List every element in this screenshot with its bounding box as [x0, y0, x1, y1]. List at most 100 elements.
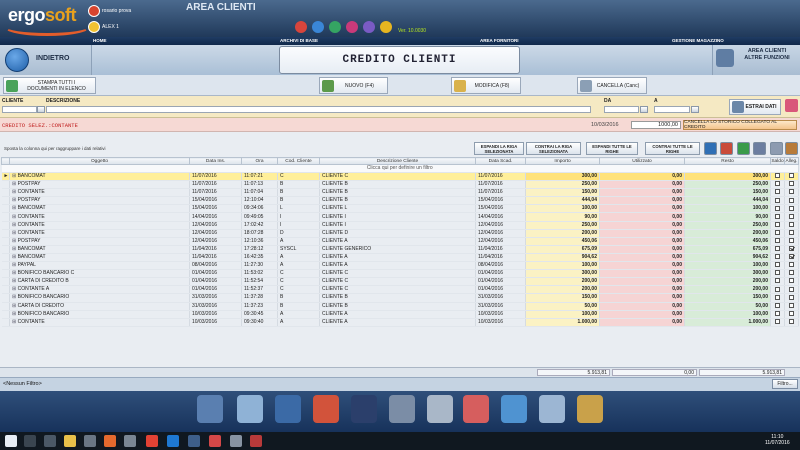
col-resto[interactable]: Resto [684, 157, 771, 165]
stampa-button[interactable]: STAMPA TUTTI I DOCUMENTI IN ELENCO [3, 77, 96, 94]
table-row[interactable]: ⊞ CONTANTE 14/04/2016 09:49:05 I CLIENTE I 14… [1, 212, 799, 222]
app2-icon[interactable] [209, 435, 221, 447]
nuovo-button[interactable]: NUOVO (F4) [319, 77, 388, 94]
calendar-clock-icon[interactable] [463, 395, 489, 423]
saldo-checkbox[interactable] [775, 318, 780, 324]
da-calendar-button[interactable] [640, 106, 648, 113]
saldo-checkbox[interactable] [775, 189, 780, 195]
info-icon[interactable] [380, 21, 392, 33]
alleg-checkbox[interactable] [789, 213, 794, 219]
windows-start-icon[interactable] [5, 435, 17, 447]
user-icon[interactable] [88, 21, 100, 33]
nav-archivi[interactable]: ARCHIVI DI BASE [280, 38, 318, 43]
binder-icon[interactable] [275, 395, 301, 423]
app-icon[interactable] [124, 435, 136, 447]
espandi-tutte-button[interactable]: ESPANDI TUTTE LE RIGHE [586, 142, 638, 155]
excel-icon[interactable] [737, 142, 750, 155]
alleg-checkbox[interactable] [789, 237, 794, 243]
alleg-checkbox[interactable] [789, 246, 794, 252]
col-ora[interactable]: Ora [241, 157, 278, 165]
tools-icon[interactable] [785, 142, 798, 155]
col-alleg[interactable]: Alleg. [784, 157, 799, 165]
a-calendar-button[interactable] [691, 106, 699, 113]
table-row[interactable]: ⊞ CONTANTE 12/04/2016 17:02:42 I CLIENTE I 12… [1, 221, 799, 230]
contrai-tutte-button[interactable]: CONTRAI TUTTE LE RIGHE [645, 142, 700, 155]
print-grid-icon[interactable] [753, 142, 766, 155]
alleg-checkbox[interactable] [789, 294, 794, 300]
saldo-checkbox[interactable] [775, 278, 780, 284]
nav-fornitori[interactable]: AREA FORNITORI [480, 38, 519, 43]
cancella-button[interactable]: CANCELLA (Canc) [577, 77, 647, 94]
saldo-checkbox[interactable] [775, 254, 780, 260]
descrizione-input[interactable] [46, 106, 591, 113]
store-icon[interactable] [84, 435, 96, 447]
alleg-checkbox[interactable] [789, 181, 794, 187]
saldo-checkbox[interactable] [775, 221, 780, 227]
contrai-riga-button[interactable]: CONTRAI LA RIGA SELEZIONATA [526, 142, 581, 155]
alleg-checkbox[interactable] [789, 278, 794, 284]
filter-hint-row[interactable]: Clicca qui per definire un filtro [1, 164, 799, 173]
alleg-checkbox[interactable] [789, 205, 794, 211]
ergosoft-task-icon[interactable] [188, 435, 200, 447]
eraser-icon[interactable] [785, 99, 798, 112]
alleg-checkbox[interactable] [789, 302, 794, 308]
alleg-checkbox[interactable] [789, 310, 794, 316]
table-row[interactable]: ⊞ POSTPAY 15/04/2016 12:10:04 B CLIENTE B 15/… [1, 196, 799, 206]
saldo-checkbox[interactable] [775, 181, 780, 187]
alleg-checkbox[interactable] [789, 173, 794, 179]
download-icon[interactable] [329, 21, 341, 33]
search-task-icon[interactable] [24, 435, 36, 447]
table-row[interactable]: ⊞ PAYPAL 08/04/2016 11:27:30 A CLIENTE A 08/0… [1, 261, 799, 271]
table-row[interactable]: ⊞ CARTA DI CREDITO B 01/04/2016 11:52:54 C C… [1, 277, 799, 287]
saldo-checkbox[interactable] [775, 286, 780, 292]
saldo-checkbox[interactable] [775, 294, 780, 300]
cancella-storico-button[interactable]: CANCELLA LO STORICO COLLEGATO AL CREDITO [683, 120, 797, 130]
table-row[interactable]: ⊞ BANCOMAT 15/04/2016 09:34:06 L CLIENTE L 15… [1, 204, 799, 214]
search-icon[interactable] [539, 395, 565, 423]
col-descrizione-cliente[interactable]: Descrizione Cliente [319, 157, 476, 165]
tools-dock-icon[interactable] [577, 395, 603, 423]
credit-card-icon[interactable] [237, 395, 263, 423]
ie-icon[interactable] [167, 435, 179, 447]
saldo-checkbox[interactable] [775, 246, 780, 252]
back-arrow-icon[interactable] [5, 48, 29, 72]
security-icon[interactable] [351, 395, 377, 423]
alleg-checkbox[interactable] [789, 221, 794, 227]
table-row[interactable]: ⊞ CONTANTE 12/04/2016 18:07:28 D CLIENTE D 12… [1, 229, 799, 238]
alleg-checkbox[interactable] [789, 229, 794, 235]
table-row[interactable]: ⊞ POSTPAY 12/04/2016 12:10:36 A CLIENTE A 12/… [1, 237, 799, 246]
table-row[interactable]: ⊞ BANCOMAT 11/04/2016 16:42:35 A CLIENTE A 11… [1, 253, 799, 263]
saldo-checkbox[interactable] [775, 302, 780, 308]
app4-icon[interactable] [250, 435, 262, 447]
nav-home[interactable]: HOME [93, 38, 107, 43]
saldo-checkbox[interactable] [775, 237, 780, 243]
alleg-checkbox[interactable] [789, 254, 794, 260]
filter-hint[interactable]: Clicca qui per definire un filtro [1, 164, 799, 173]
filtro-button[interactable]: Filtro... [772, 379, 798, 389]
app3-icon[interactable] [230, 435, 242, 447]
saldo-checkbox[interactable] [775, 205, 780, 211]
table-row[interactable]: ⊞ BONIFICO BANCARIO 10/03/2016 09:30:45 A CL… [1, 310, 799, 319]
table-row[interactable]: ⊞ BANCOMAT 11/04/2016 17:28:12 SYSCL CLIENTE… [1, 245, 799, 254]
help-icon[interactable] [312, 21, 324, 33]
table-row[interactable]: ⊞ POSTPAY 11/07/2016 11:07:13 B CLIENTE B 11/… [1, 180, 799, 190]
col-utilizzato[interactable]: Utilizzato [599, 157, 685, 165]
save-icon[interactable] [389, 395, 415, 423]
pdf-icon[interactable] [720, 142, 733, 155]
saldo-checkbox[interactable] [775, 229, 780, 235]
table-row[interactable]: ⊞ BONIFICO BANCARIO C 01/04/2016 11:53:02 C… [1, 269, 799, 279]
alleg-checkbox[interactable] [789, 262, 794, 268]
file-explorer-icon[interactable] [64, 435, 76, 447]
da-date-input[interactable] [604, 106, 639, 113]
espandi-riga-button[interactable]: ESPANDI LA RIGA SELEZIONATA [474, 142, 524, 155]
calculator-icon[interactable] [295, 21, 307, 33]
tag-icon[interactable] [501, 395, 527, 423]
alleg-checkbox[interactable] [789, 286, 794, 292]
table-row[interactable]: ⊞ CONTANTE 10/03/2016 09:30:40 A CLIENTE A 10… [1, 318, 799, 327]
alleg-checkbox[interactable] [789, 270, 794, 276]
close-icon[interactable] [346, 21, 358, 33]
col-data-ins[interactable]: Data Ins. [189, 157, 242, 165]
saldo-checkbox[interactable] [775, 173, 780, 179]
alleg-checkbox[interactable] [789, 197, 794, 203]
table-row[interactable]: ⊞ CONTANTE 11/07/2016 11:07:04 B CLIENTE B 11… [1, 188, 799, 198]
